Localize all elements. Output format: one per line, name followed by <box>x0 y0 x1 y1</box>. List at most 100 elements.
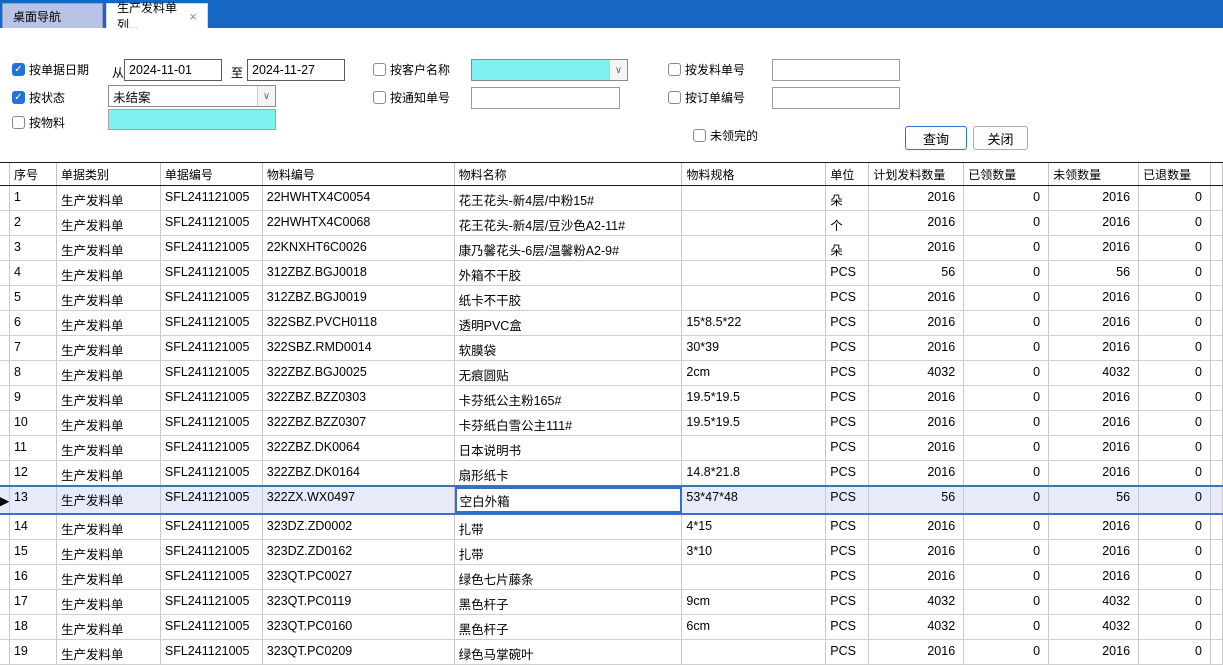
cell-unreceived_qty[interactable]: 56 <box>1049 261 1139 285</box>
cell-received_qty[interactable]: 0 <box>964 286 1049 310</box>
cell-planned_qty[interactable]: 4032 <box>869 590 964 614</box>
column-header-doc_no[interactable]: 单据编号 <box>161 163 263 185</box>
material-input[interactable] <box>108 109 276 130</box>
cell-unit[interactable]: PCS <box>826 615 869 639</box>
cell-unit[interactable]: PCS <box>826 640 869 664</box>
cell-planned_qty[interactable]: 2016 <box>869 236 964 260</box>
cell-planned_qty[interactable]: 2016 <box>869 286 964 310</box>
cell-unreceived_qty[interactable]: 2016 <box>1049 515 1139 539</box>
cell-received_qty[interactable]: 0 <box>964 590 1049 614</box>
cell-spec[interactable]: 6cm <box>682 615 826 639</box>
column-header-unreceived_qty[interactable]: 未领数量 <box>1049 163 1139 185</box>
cell-material_name[interactable]: 绿色七片藤条 <box>455 565 683 589</box>
table-row[interactable]: 15生产发料单SFL241121005323DZ.ZD0162扎带3*10PCS… <box>0 540 1223 565</box>
table-row[interactable]: 4生产发料单SFL241121005312ZBZ.BGJ0018外箱不干胶PCS… <box>0 261 1223 286</box>
cell-spec[interactable] <box>682 565 826 589</box>
cell-received_qty[interactable]: 0 <box>964 436 1049 460</box>
cell-unreceived_qty[interactable]: 2016 <box>1049 640 1139 664</box>
cell-unit[interactable]: PCS <box>826 487 869 513</box>
cell-doc_no[interactable]: SFL241121005 <box>161 386 263 410</box>
cell-material_name[interactable]: 康乃馨花头-6层/温馨粉A2-9# <box>455 236 683 260</box>
by-order-no-checkbox[interactable] <box>668 91 681 104</box>
cell-planned_qty[interactable]: 56 <box>869 261 964 285</box>
cell-seq[interactable]: 1 <box>10 186 57 210</box>
cell-doc_no[interactable]: SFL241121005 <box>161 461 263 485</box>
cell-doc_type[interactable]: 生产发料单 <box>57 640 161 664</box>
cell-doc_no[interactable]: SFL241121005 <box>161 336 263 360</box>
cell-planned_qty[interactable]: 2016 <box>869 461 964 485</box>
customer-combobox[interactable]: ∨ <box>471 59 628 81</box>
cell-doc_type[interactable]: 生产发料单 <box>57 211 161 235</box>
cell-seq[interactable]: 17 <box>10 590 57 614</box>
cell-returned_qty[interactable]: 0 <box>1139 640 1211 664</box>
cell-material_no[interactable]: 322ZBZ.DK0064 <box>263 436 455 460</box>
table-row[interactable]: 10生产发料单SFL241121005322ZBZ.BZZ0307卡芬纸白雪公主… <box>0 411 1223 436</box>
by-issue-no-checkbox[interactable] <box>668 63 681 76</box>
cell-seq[interactable]: 15 <box>10 540 57 564</box>
cell-material_no[interactable]: 22HWHTX4C0054 <box>263 186 455 210</box>
cell-returned_qty[interactable]: 0 <box>1139 211 1211 235</box>
cell-material_no[interactable]: 323QT.PC0027 <box>263 565 455 589</box>
cell-unreceived_qty[interactable]: 2016 <box>1049 436 1139 460</box>
by-material-checkbox[interactable] <box>12 116 25 129</box>
status-combobox[interactable]: 未结案 ∨ <box>108 85 276 107</box>
cell-doc_type[interactable]: 生产发料单 <box>57 386 161 410</box>
cell-returned_qty[interactable]: 0 <box>1139 565 1211 589</box>
cell-received_qty[interactable]: 0 <box>964 211 1049 235</box>
cell-spec[interactable]: 4*15 <box>682 515 826 539</box>
cell-unit[interactable]: PCS <box>826 311 869 335</box>
cell-doc_no[interactable]: SFL241121005 <box>161 236 263 260</box>
cell-unit[interactable]: 个 <box>826 211 869 235</box>
cell-spec[interactable] <box>682 261 826 285</box>
by-notice-checkbox[interactable] <box>373 91 386 104</box>
column-header-seq[interactable]: 序号 <box>10 163 57 185</box>
cell-doc_type[interactable]: 生产发料单 <box>57 436 161 460</box>
cell-material_no[interactable]: 322SBZ.PVCH0118 <box>263 311 455 335</box>
cell-seq[interactable]: 19 <box>10 640 57 664</box>
cell-doc_type[interactable]: 生产发料单 <box>57 590 161 614</box>
table-row[interactable]: 19生产发料单SFL241121005323QT.PC0209绿色马掌碗叶PCS… <box>0 640 1223 665</box>
cell-material_name[interactable]: 扎带 <box>455 515 683 539</box>
cell-seq[interactable]: 4 <box>10 261 57 285</box>
cell-unreceived_qty[interactable]: 56 <box>1049 487 1139 513</box>
table-row[interactable]: 8生产发料单SFL241121005322ZBZ.BGJ0025无痕圆贴2cmP… <box>0 361 1223 386</box>
cell-unit[interactable]: PCS <box>826 361 869 385</box>
cell-spec[interactable]: 53*47*48 <box>682 487 826 513</box>
chevron-down-icon[interactable]: ∨ <box>257 86 275 106</box>
cell-planned_qty[interactable]: 2016 <box>869 565 964 589</box>
cell-planned_qty[interactable]: 2016 <box>869 386 964 410</box>
tab-desktop-nav[interactable]: 桌面导航 <box>2 3 103 28</box>
cell-unit[interactable]: PCS <box>826 540 869 564</box>
cell-doc_no[interactable]: SFL241121005 <box>161 487 263 513</box>
cell-seq[interactable]: 12 <box>10 461 57 485</box>
notice-no-input[interactable] <box>471 87 620 109</box>
cell-material_name[interactable]: 花王花头-新4层/中粉15# <box>455 186 683 210</box>
cell-unit[interactable]: PCS <box>826 286 869 310</box>
cell-spec[interactable]: 15*8.5*22 <box>682 311 826 335</box>
table-row[interactable]: 18生产发料单SFL241121005323QT.PC0160黑色杆子6cmPC… <box>0 615 1223 640</box>
table-row[interactable]: 5生产发料单SFL241121005312ZBZ.BGJ0019纸卡不干胶PCS… <box>0 286 1223 311</box>
cell-doc_no[interactable]: SFL241121005 <box>161 590 263 614</box>
cell-material_no[interactable]: 322ZBZ.BZZ0303 <box>263 386 455 410</box>
cell-material_no[interactable]: 322ZBZ.DK0164 <box>263 461 455 485</box>
cell-unit[interactable]: PCS <box>826 515 869 539</box>
cell-doc_type[interactable]: 生产发料单 <box>57 515 161 539</box>
cell-material_name[interactable]: 无痕圆贴 <box>455 361 683 385</box>
cell-material_no[interactable]: 322ZBZ.BGJ0025 <box>263 361 455 385</box>
cell-seq[interactable]: 7 <box>10 336 57 360</box>
cell-spec[interactable] <box>682 186 826 210</box>
cell-unit[interactable]: PCS <box>826 436 869 460</box>
cell-material_name[interactable]: 日本说明书 <box>455 436 683 460</box>
cell-spec[interactable] <box>682 286 826 310</box>
cell-material_no[interactable]: 323QT.PC0209 <box>263 640 455 664</box>
cell-planned_qty[interactable]: 2016 <box>869 640 964 664</box>
cell-returned_qty[interactable]: 0 <box>1139 515 1211 539</box>
cell-planned_qty[interactable]: 2016 <box>869 186 964 210</box>
cell-unit[interactable]: PCS <box>826 461 869 485</box>
cell-material_no[interactable]: 322SBZ.RMD0014 <box>263 336 455 360</box>
date-to-input[interactable] <box>247 59 345 81</box>
cell-doc_type[interactable]: 生产发料单 <box>57 411 161 435</box>
cell-seq[interactable]: 6 <box>10 311 57 335</box>
by-status-checkbox[interactable] <box>12 91 25 104</box>
cell-unit[interactable]: 朵 <box>826 186 869 210</box>
